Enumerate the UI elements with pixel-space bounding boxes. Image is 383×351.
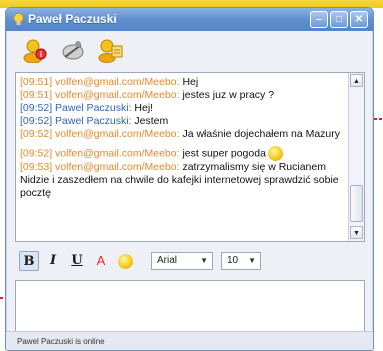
scroll-thumb[interactable] (350, 185, 363, 222)
scroll-down-arrow-icon[interactable]: ▼ (350, 226, 363, 239)
font-size-select[interactable]: 10 ▼ (221, 252, 261, 270)
send-file-icon[interactable] (98, 37, 124, 63)
chat-message: [09:52] volfen@gmail.com/Meebo: Ja właśn… (20, 128, 341, 140)
maximize-button[interactable]: □ (330, 11, 348, 28)
message-input[interactable] (15, 280, 365, 332)
chevron-down-icon: ▼ (248, 256, 256, 265)
chat-message: [09:52] volfen@gmail.com/Meebo: jest sup… (20, 146, 346, 161)
emoticon-button[interactable] (115, 251, 135, 271)
underline-button[interactable]: U (67, 251, 87, 271)
meebo-bulb-icon (13, 13, 24, 25)
scroll-up-arrow-icon[interactable]: ▲ (350, 74, 363, 87)
action-toolbar: i (22, 37, 124, 65)
chat-message: [09:53] volfen@gmail.com/Meebo: zatrzyma… (20, 161, 339, 199)
svg-text:i: i (40, 50, 42, 59)
chat-history[interactable]: [09:51] volfen@gmail.com/Meebo: Hej [09:… (15, 72, 365, 242)
chat-message: [09:51] volfen@gmail.com/Meebo: Hej (20, 76, 199, 88)
chevron-down-icon: ▼ (200, 256, 208, 265)
message-list: [09:51] volfen@gmail.com/Meebo: Hej [09:… (20, 76, 346, 238)
title-bar[interactable]: Paweł Paczuski – □ ✕ (6, 8, 373, 31)
smiley-icon (117, 254, 133, 269)
block-user-icon[interactable] (60, 37, 86, 63)
chat-message: [09:51] volfen@gmail.com/Meebo: jestes j… (20, 89, 275, 101)
bold-button[interactable]: B (19, 251, 39, 271)
minimize-button[interactable]: – (310, 11, 328, 28)
font-family-select[interactable]: Arial ▼ (151, 252, 213, 270)
chat-message: [09:52] Pawel Paczuski: Hej! (20, 102, 154, 114)
status-bar: Pawel Paczuski is online (6, 331, 373, 350)
chat-scrollbar[interactable]: ▲ ▼ (348, 73, 364, 241)
smiley-emoticon-icon (267, 146, 283, 161)
status-text: Pawel Paczuski is online (17, 337, 105, 346)
italic-button[interactable]: I (43, 251, 63, 271)
text-color-button[interactable]: A (91, 251, 111, 271)
chat-window: Paweł Paczuski – □ ✕ i [09:51] volfen@gm… (5, 7, 374, 351)
close-button[interactable]: ✕ (350, 11, 368, 28)
window-title: Paweł Paczuski (28, 12, 117, 26)
formatting-toolbar: B I U A Arial ▼ 10 ▼ (15, 249, 363, 275)
chat-message: [09:52] Pawel Paczuski: Jestem (20, 115, 169, 127)
buddy-info-icon[interactable]: i (22, 37, 48, 63)
